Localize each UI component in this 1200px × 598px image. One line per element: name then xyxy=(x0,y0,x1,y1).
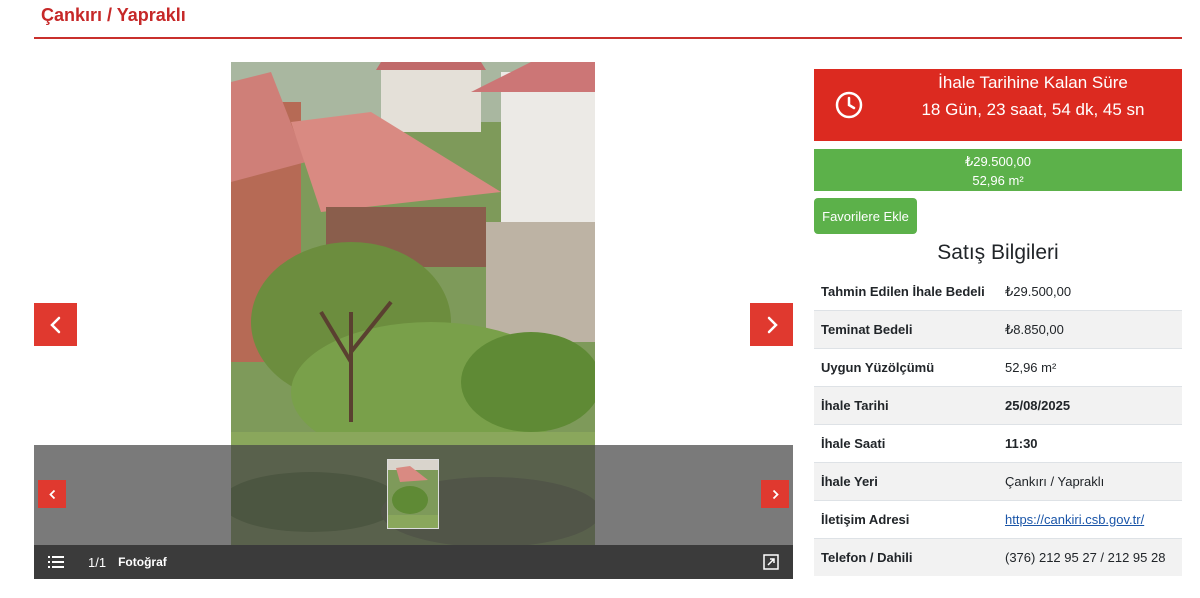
table-row: Uygun Yüzölçümü 52,96 m² xyxy=(814,348,1182,387)
sales-info-title: Satış Bilgileri xyxy=(937,241,1059,264)
table-row: İhale Tarihi 25/08/2025 xyxy=(814,386,1182,425)
row-label: Telefon / Dahili xyxy=(814,538,998,576)
photo-counter: 1/1 xyxy=(88,554,107,570)
table-row: İhale Saati 11:30 xyxy=(814,424,1182,463)
table-row: Telefon / Dahili (376) 212 95 27 / 212 9… xyxy=(814,538,1182,576)
countdown-time: 18 Gün, 23 saat, 54 dk, 45 sn xyxy=(921,100,1145,119)
row-label: İhale Yeri xyxy=(814,462,998,501)
expand-icon[interactable] xyxy=(763,554,779,570)
price-summary: ₺29.500,00 52,96 m² xyxy=(814,149,1182,191)
thumbnail-strip xyxy=(34,445,793,545)
row-value: ₺29.500,00 xyxy=(1005,284,1072,299)
row-value: ₺8.850,00 xyxy=(998,310,1182,349)
price-value: ₺29.500,00 xyxy=(964,154,1032,169)
table-row: Teminat Bedeli ₺8.850,00 xyxy=(814,310,1182,349)
area-value: 52,96 m² xyxy=(972,173,1024,188)
row-label: Tahmin Edilen İhale Bedeli xyxy=(821,284,985,299)
thumbnail-previous-button[interactable] xyxy=(38,480,66,508)
sales-info-table: Tahmin Edilen İhale Bedeli ₺29.500,00 Te… xyxy=(814,273,1182,576)
table-row: İletişim Adresi https://cankiri.csb.gov.… xyxy=(814,500,1182,539)
table-row: Tahmin Edilen İhale Bedeli ₺29.500,00 xyxy=(814,273,1182,311)
row-value: Çankırı / Yapraklı xyxy=(998,462,1182,501)
row-label: Teminat Bedeli xyxy=(814,310,998,349)
next-photo-button[interactable] xyxy=(750,303,793,346)
chevron-right-icon xyxy=(767,316,778,333)
photo-gallery: 1/1 Fotoğraf xyxy=(34,62,793,579)
chevron-right-icon xyxy=(772,489,779,499)
chevron-left-icon xyxy=(49,316,60,333)
row-value: 25/08/2025 xyxy=(998,386,1182,425)
add-to-favorites-button[interactable]: Favorilere Ekle xyxy=(814,198,917,234)
thumbnail-next-button[interactable] xyxy=(761,480,789,508)
page-title: Çankırı / Yapraklı xyxy=(41,5,186,25)
row-value: 11:30 xyxy=(998,424,1182,463)
row-value: 52,96 m² xyxy=(998,348,1182,387)
table-row: İhale Yeri Çankırı / Yapraklı xyxy=(814,462,1182,501)
chevron-left-icon xyxy=(48,489,55,499)
row-label: İhale Saati xyxy=(814,424,998,463)
contact-address-link[interactable]: https://cankiri.csb.gov.tr/ xyxy=(1005,512,1144,527)
row-label: İletişim Adresi xyxy=(814,500,998,539)
title-divider xyxy=(34,37,1182,39)
row-value: (376) 212 95 27 / 212 95 28 xyxy=(998,538,1182,576)
countdown-title: İhale Tarihine Kalan Süre xyxy=(938,73,1128,92)
gallery-toolbar: 1/1 Fotoğraf xyxy=(34,545,793,579)
previous-photo-button[interactable] xyxy=(34,303,77,346)
row-label: İhale Tarihi xyxy=(814,386,998,425)
list-icon[interactable] xyxy=(48,556,64,568)
auction-countdown: İhale Tarihine Kalan Süre 18 Gün, 23 saa… xyxy=(814,69,1182,141)
row-label: Uygun Yüzölçümü xyxy=(814,348,998,387)
photo-label: Fotoğraf xyxy=(118,555,167,569)
photo-thumbnail[interactable] xyxy=(387,459,439,529)
